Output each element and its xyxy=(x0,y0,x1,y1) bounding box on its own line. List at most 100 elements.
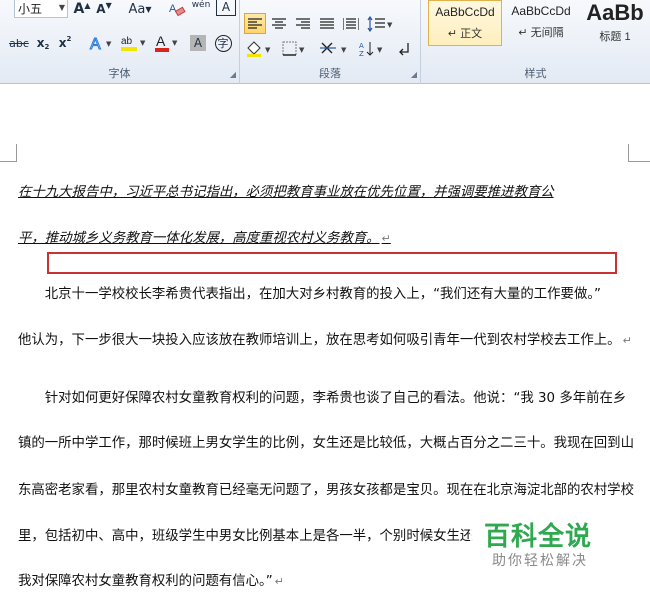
line-text: 北京十一学校校长李希贵代表指出，在加大对乡村教育的投入上，“我们还有大量的工作要… xyxy=(18,287,601,302)
distributed-button[interactable] xyxy=(340,13,362,35)
watermark-logo: 百科全说 助你轻松解决 xyxy=(470,514,620,574)
sort-button[interactable]: A Z ▼ xyxy=(358,38,388,60)
text-effects-button[interactable]: A ▼ xyxy=(86,32,116,54)
enclose-icon: 字 xyxy=(214,34,232,52)
font-size-combo[interactable]: 小五 ▼ xyxy=(14,0,68,18)
line-text: 平，推动城乡义务教育一体化发展，高度重视农村义务教育。 xyxy=(18,231,380,246)
doc-line-7[interactable]: 东高密老家看，那里农村女童教育已经毫无问题了，男孩女孩都是宝贝。现在在北京海淀北… xyxy=(18,478,634,498)
style-prefix: ↵ xyxy=(518,27,528,39)
change-case-button[interactable]: Aa ▼ xyxy=(124,0,156,20)
sort-icon: AZ ▼ xyxy=(359,42,383,58)
document-page[interactable]: 在十九大报告中，习近平总书记指出，必须把教育事业放在优先位置，并强调要推进教育公… xyxy=(0,96,650,600)
paragraph-mark: ↵ xyxy=(274,575,284,588)
paint-bucket-icon: ▼ xyxy=(247,41,271,57)
svg-text:A: A xyxy=(169,3,177,15)
svg-text:▼: ▼ xyxy=(140,39,146,47)
paragraph-mark: ↵ xyxy=(622,334,632,347)
svg-text:Z: Z xyxy=(359,50,364,58)
justify-button[interactable] xyxy=(316,13,338,35)
line-text: 他认为，下一步很大一块投入应该放在教师培训上，放在思考如何吸引青年一代到农村学校… xyxy=(18,333,621,348)
character-shading-button[interactable]: A xyxy=(188,32,208,54)
doc-line-4[interactable]: 他认为，下一步很大一块投入应该放在教师培训上，放在思考如何吸引青年一代到农村学校… xyxy=(18,328,632,348)
show-marks-button[interactable] xyxy=(394,38,416,60)
margin-corner-top-right-h xyxy=(628,161,650,162)
dialog-launcher-icon[interactable]: ◢ xyxy=(411,70,417,79)
style-no-spacing-sample: AaBbCcDd xyxy=(511,4,571,18)
shading-button[interactable]: ▼ xyxy=(244,38,276,60)
clear-format-button[interactable]: A xyxy=(166,0,188,20)
font-color-button[interactable]: A ▼ xyxy=(152,32,182,54)
text-effects-icon: A ▼ xyxy=(90,36,113,53)
styles-group-label: 样式 xyxy=(524,67,547,80)
shading-label: A xyxy=(193,36,203,50)
align-left-icon xyxy=(248,17,262,29)
style-normal[interactable]: AaBbCcDd ↵ 正文 xyxy=(428,0,502,46)
superscript-label: x xyxy=(58,36,67,50)
align-right-button[interactable] xyxy=(292,13,314,35)
styles-group: AaBbCcDd ↵ 正文 AaBbCcDd ↵ 无间隔 AaBb 标题 1 样… xyxy=(421,0,650,84)
line-text: 东高密老家看，那里农村女童教育已经毫无问题了，男孩女孩都是宝贝。现在在北京海淀北… xyxy=(18,483,634,498)
font-color-icon: A ▼ xyxy=(155,33,178,52)
line-text: 针对如何更好保障农村女童教育权利的问题，李希贵也谈了自己的看法。他说：“我 30… xyxy=(18,391,627,406)
line-text: 里，包括初中、高中，班级学生中男女比例基本上是各一半，个别时候女生还 xyxy=(18,529,474,544)
line-text: 镇的一所中学工作，那时候班上男女学生的比例，女生还是比较低，大概占百分之二三十。… xyxy=(18,436,634,451)
svg-text:A: A xyxy=(359,42,364,50)
align-right-icon xyxy=(296,18,310,29)
align-center-icon xyxy=(272,18,286,29)
distributed-icon xyxy=(343,18,359,30)
doc-line-8[interactable]: 里，包括初中、高中，班级学生中男女比例基本上是各一半，个别时候女生还 xyxy=(18,524,473,544)
highlight-button[interactable]: ab ▼ xyxy=(118,32,150,54)
arrow-up-icon: ▲ xyxy=(84,0,91,10)
font-group-label: 字体 xyxy=(108,67,131,80)
dialog-launcher-icon[interactable]: ◢ xyxy=(230,70,236,79)
doc-line-9[interactable]: 我对保障农村女童教育权利的问题有信心。” ↵ xyxy=(18,569,284,589)
doc-line-3[interactable]: 北京十一学校校长李希贵代表指出，在加大对乡村教育的投入上，“我们还有大量的工作要… xyxy=(18,282,601,302)
subscript-mark: 2 xyxy=(44,43,50,51)
border-char-label: A xyxy=(221,0,231,14)
strikethrough-button[interactable]: abc xyxy=(6,32,32,54)
phonetic-guide-button[interactable]: wén xyxy=(190,0,212,16)
borders-button[interactable]: ▼ xyxy=(280,38,310,60)
word-window: 小五 ▼ A ▲ A ▼ Aa ▼ A wén A abc x 2 x 2 A … xyxy=(0,0,650,600)
line-spacing-icon: ▼ xyxy=(367,16,393,32)
shrink-font-button[interactable]: A ▼ xyxy=(94,0,114,20)
doc-line-2[interactable]: 平，推动城乡义务教育一体化发展，高度重视农村义务教育。 ↵ xyxy=(18,226,391,246)
borders-icon: ▼ xyxy=(282,41,305,56)
paragraph-group: ▼ ▼ ▼ ▼ A Z ▼ 段落 ◢ xyxy=(240,0,421,84)
style-no-spacing-name: ↵ 无间隔 xyxy=(504,24,578,40)
style-heading-1[interactable]: AaBb 标题 1 xyxy=(580,0,650,46)
shrink-font-label: A xyxy=(96,2,106,16)
arrow-return-icon xyxy=(399,43,409,56)
svg-text:▼: ▼ xyxy=(341,46,347,54)
superscript-button[interactable]: x2 xyxy=(56,32,74,54)
svg-text:▼: ▼ xyxy=(299,46,305,54)
style-normal-sample: AaBbCcDd xyxy=(435,5,495,19)
ribbon: 小五 ▼ A ▲ A ▼ Aa ▼ A wén A abc x 2 x 2 A … xyxy=(0,0,650,84)
margin-corner-top-left-h xyxy=(0,161,17,162)
subscript-button[interactable]: x2 xyxy=(34,32,52,54)
character-border-button[interactable]: A xyxy=(216,0,236,16)
align-left-button[interactable] xyxy=(244,13,266,34)
margin-corner-top-left xyxy=(7,144,17,162)
margin-corner-top-right xyxy=(628,144,638,162)
enclose-label: 字 xyxy=(217,37,229,50)
doc-line-1[interactable]: 在十九大报告中，习近平总书记指出，必须把教育事业放在优先位置，并强调要推进教育公 xyxy=(18,180,554,200)
style-name-label: 无间隔 xyxy=(530,27,564,39)
strike-label: abc xyxy=(9,36,29,50)
grow-font-button[interactable]: A ▲ xyxy=(72,0,92,20)
svg-text:▼: ▼ xyxy=(377,46,383,54)
align-center-button[interactable] xyxy=(268,13,290,35)
ribbon-separator xyxy=(0,84,650,96)
asian-layout-button[interactable]: ▼ xyxy=(318,38,352,60)
doc-line-6[interactable]: 镇的一所中学工作，那时候班上男女学生的比例，女生还是比较低，大概占百分之二三十。… xyxy=(18,431,634,451)
selection-highlight-box xyxy=(47,252,617,274)
line-spacing-button[interactable]: ▼ xyxy=(366,13,396,35)
shading-icon: A xyxy=(190,35,206,51)
svg-text:ab: ab xyxy=(121,36,133,47)
doc-line-5[interactable]: 针对如何更好保障农村女童教育权利的问题，李希贵也谈了自己的看法。他说：“我 30… xyxy=(18,386,627,406)
style-no-spacing[interactable]: AaBbCcDd ↵ 无间隔 xyxy=(504,0,578,46)
svg-text:▼: ▼ xyxy=(172,39,178,47)
enclose-characters-button[interactable]: 字 xyxy=(212,32,234,54)
style-heading-1-name: 标题 1 xyxy=(599,31,631,43)
svg-text:▼: ▼ xyxy=(387,21,393,29)
